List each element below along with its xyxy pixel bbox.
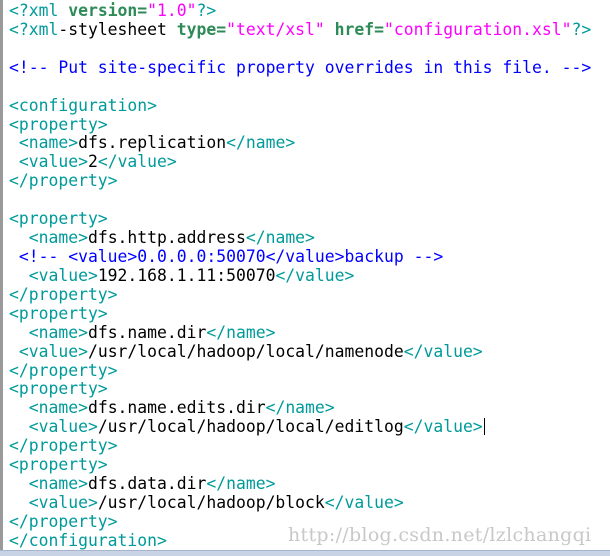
xml-tag: <name> (9, 133, 79, 153)
code-line[interactable]: </property> (9, 171, 591, 191)
code-line[interactable]: <!-- Put site-specific property override… (9, 57, 592, 78)
xml-tag: </configuration> (9, 530, 167, 550)
xml-tag: <property> (9, 379, 108, 399)
xml-comment: <!-- Put site-specific property override… (9, 57, 592, 77)
xml-text: /usr/local/hadoop/local/editlog (97, 417, 404, 437)
xml-tag: </value> (403, 417, 483, 437)
xml-text: /usr/local/hadoop/local/namenode (87, 341, 404, 361)
xml-tag: <name> (9, 398, 88, 418)
code-line[interactable] (9, 78, 591, 97)
xml-tag: <name> (9, 228, 88, 248)
xml-tag: </name> (226, 133, 296, 153)
text-cursor (483, 418, 485, 436)
xml-tag: <value> (9, 152, 88, 172)
code-line[interactable] (9, 191, 591, 210)
xml-attribute: version= (68, 1, 148, 20)
watermark: http://blog.csdn.net/lzlchangqi (288, 524, 592, 546)
code-line[interactable]: <property> (9, 209, 591, 229)
xml-tag: <value> (9, 492, 98, 512)
code-line[interactable] (9, 40, 591, 59)
xml-tag: </name> (206, 474, 276, 494)
xml-tag: </value> (403, 341, 483, 361)
xml-tag: <name> (9, 474, 88, 494)
xml-tag: </property> (9, 436, 118, 456)
window-bottom-border (0, 550, 610, 556)
code-line[interactable]: </property> (9, 360, 591, 381)
xml-tag: <property> (9, 455, 108, 475)
code-line[interactable]: <?xml version="1.0"?> (9, 1, 591, 21)
xml-tag: </property> (9, 360, 118, 380)
code-line[interactable]: <value>/usr/local/hadoop/block</value> (9, 492, 591, 513)
xml-text: dfs.data.dir (87, 474, 207, 494)
code-line[interactable]: <name>dfs.http.address</name> (9, 228, 591, 248)
xml-tag: <property> (9, 209, 108, 229)
xml-tag: </property> (9, 171, 118, 191)
xml-tag: </name> (265, 398, 335, 418)
xml-tag: ?> (196, 1, 217, 20)
xml-tag: <value> (9, 265, 98, 285)
code-line[interactable]: <property> (9, 114, 591, 135)
xml-tag: </property> (9, 284, 118, 304)
xml-tag: <configuration> (9, 95, 158, 115)
code-line[interactable]: <configuration> (9, 95, 591, 116)
xml-tag: <property> (9, 303, 108, 323)
xml-text: dfs.name.dir (87, 322, 207, 342)
code-line[interactable]: <property> (9, 455, 591, 475)
xml-tag: </name> (245, 228, 315, 248)
code-line[interactable]: <name>dfs.name.dir</name> (9, 322, 591, 343)
code-line[interactable]: <value>192.168.1.11:50070</value> (9, 265, 591, 286)
xml-text: /usr/local/hadoop/block (97, 492, 325, 512)
code-line[interactable]: <name>dfs.name.edits.dir</name> (9, 398, 591, 418)
xml-tag: <property> (9, 114, 108, 134)
xml-text: dfs.http.address (87, 228, 246, 248)
xml-text-editor[interactable]: <?xml version="1.0"?> <?xml-stylesheet ty… (9, 1, 592, 551)
xml-tag: ?> (571, 19, 592, 39)
xml-string: "text/xsl" (226, 19, 335, 39)
code-line[interactable]: <property> (9, 303, 591, 324)
xml-attribute: href= (334, 19, 385, 39)
xml-tag: </property> (9, 511, 118, 531)
xml-attribute: type= (176, 19, 227, 39)
code-line[interactable]: <?xml-stylesheet type="text/xsl" href="c… (9, 19, 592, 40)
xml-tag: </value> (97, 152, 177, 172)
code-line[interactable]: <property> (9, 379, 591, 399)
xml-text: dfs.replication (78, 133, 227, 153)
xml-text: dfs.name.edits.dir (87, 398, 266, 418)
xml-tag: </value> (324, 492, 404, 512)
window-left-border (0, 0, 3, 551)
code-line[interactable]: <name>dfs.replication</name> (9, 133, 591, 153)
xml-comment: <!-- <value>0.0.0.0:50070</value>backup … (9, 246, 444, 266)
xml-text: 192.168.1.11:50070 (97, 265, 276, 285)
xml-string: "1.0" (147, 1, 197, 20)
code-line[interactable]: </property> (9, 436, 591, 456)
xml-tag: <value> (9, 417, 98, 437)
xml-tag: <?xml (9, 19, 59, 39)
xml-tag: <value> (9, 341, 88, 361)
xml-text: -stylesheet (58, 19, 177, 39)
code-line[interactable]: <value>/usr/local/hadoop/local/namenode<… (9, 341, 591, 362)
xml-text: 2 (87, 152, 98, 172)
code-line[interactable]: <value>2</value> (9, 152, 591, 172)
code-line[interactable]: </property> (9, 284, 591, 305)
xml-string: "configuration.xsl" (384, 19, 572, 39)
xml-tag: <name> (9, 322, 88, 342)
code-line[interactable]: <value>/usr/local/hadoop/local/editlog</… (9, 417, 591, 437)
code-line[interactable]: <name>dfs.data.dir</name> (9, 474, 591, 494)
xml-tag: </value> (275, 265, 355, 285)
xml-tag: <?xml (9, 1, 69, 20)
code-line[interactable]: <!-- <value>0.0.0.0:50070</value>backup … (9, 246, 591, 267)
xml-tag: </name> (206, 322, 276, 342)
